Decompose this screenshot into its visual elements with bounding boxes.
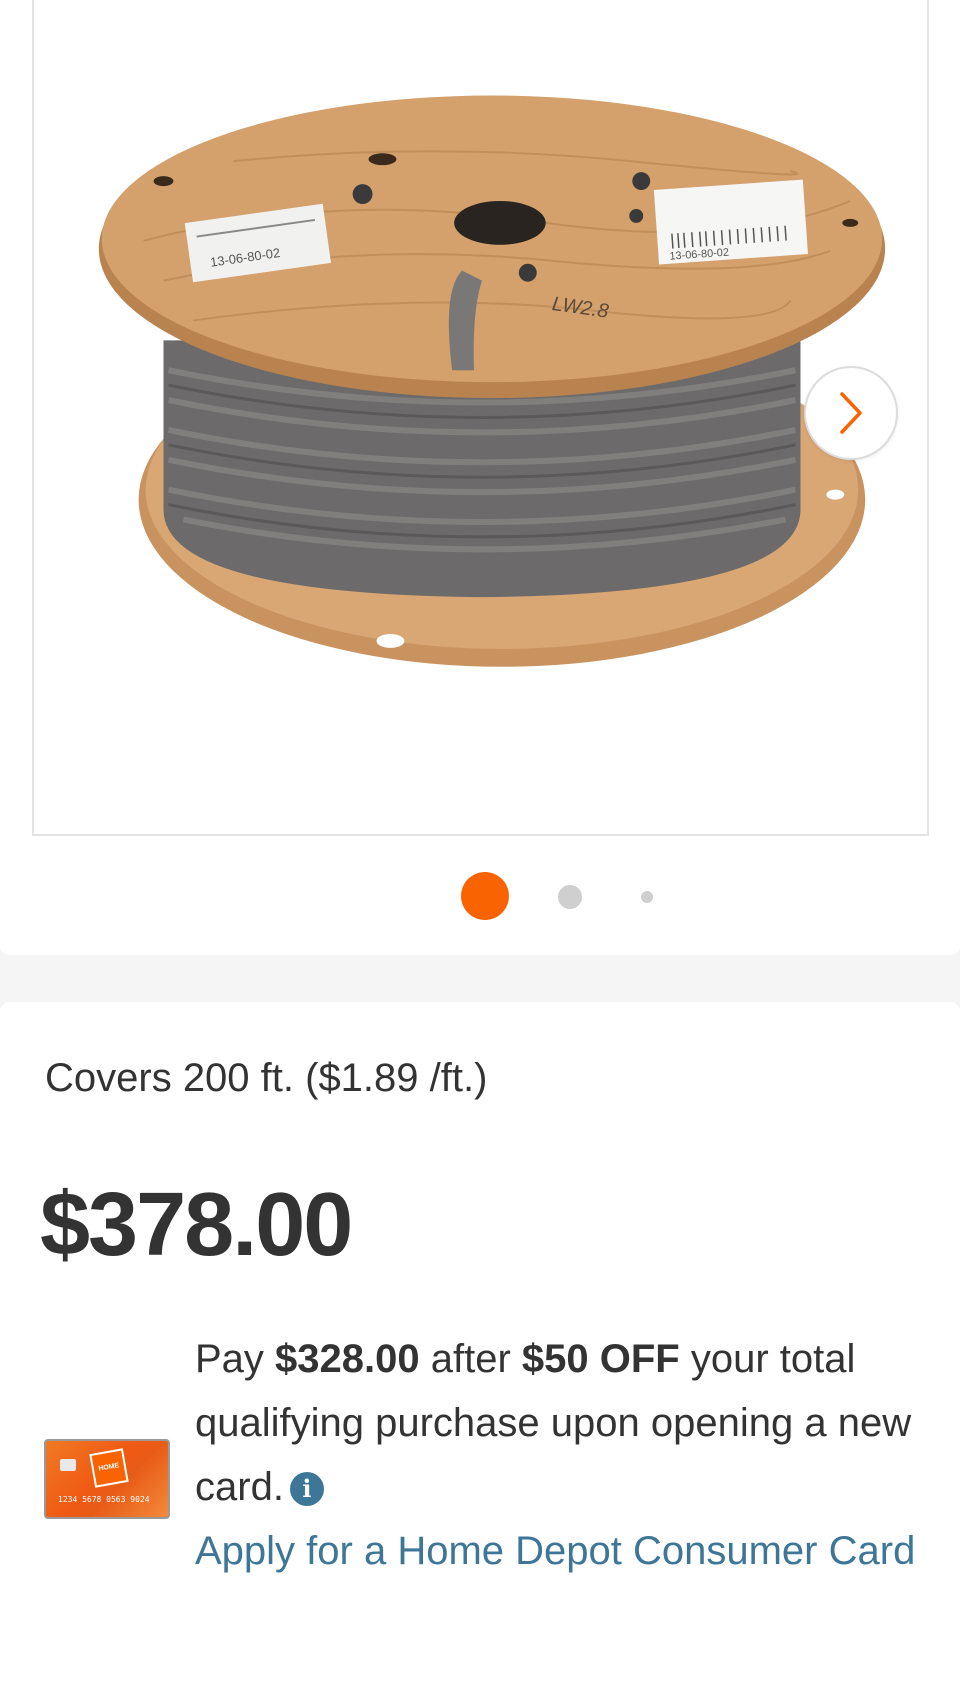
product-image-frame[interactable]: 13-06-80-02 13-06-80-02 LW2.8 xyxy=(32,0,929,836)
card-chip-icon xyxy=(60,1459,76,1471)
product-gallery: 13-06-80-02 13-06-80-02 LW2.8 xyxy=(0,0,960,955)
offer-text-after: after xyxy=(419,1337,522,1381)
product-price: $378.00 xyxy=(40,1175,353,1275)
info-icon[interactable]: i xyxy=(289,1472,324,1507)
carousel-dot[interactable] xyxy=(558,885,582,909)
product-image: 13-06-80-02 13-06-80-02 LW2.8 xyxy=(98,95,886,667)
chevron-right-icon xyxy=(840,392,862,434)
carousel-indicators xyxy=(0,872,960,924)
coverage-text: Covers 200 ft. ($1.89 /ft.) xyxy=(45,1056,488,1100)
next-image-button[interactable] xyxy=(804,366,898,460)
credit-card-image: HOME 1234 5678 0563 9024 xyxy=(44,1439,170,1519)
home-depot-logo-icon: HOME xyxy=(89,1448,129,1488)
apply-card-link[interactable]: Apply for a Home Depot Consumer Card xyxy=(195,1519,925,1583)
offer-amount: $328.00 xyxy=(275,1337,420,1381)
offer-text-pay: Pay xyxy=(195,1337,276,1381)
carousel-dot-active[interactable] xyxy=(461,872,509,920)
offer-discount: $50 OFF xyxy=(521,1337,680,1381)
card-offer-text: Pay $328.00 after $50 OFF your total qua… xyxy=(195,1327,925,1583)
price-section: Covers 200 ft. ($1.89 /ft.) $378.00 HOME… xyxy=(0,1002,960,1702)
card-number: 1234 5678 0563 9024 xyxy=(58,1495,150,1504)
carousel-dot[interactable] xyxy=(641,891,653,903)
